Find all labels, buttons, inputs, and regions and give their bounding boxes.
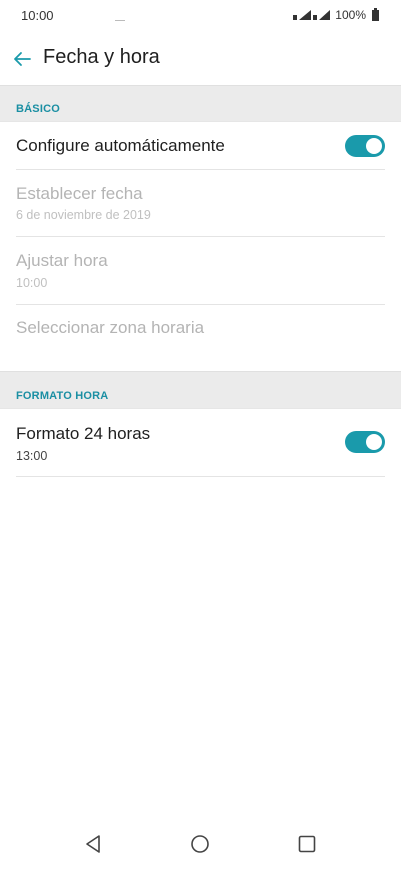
signal-icon <box>293 10 331 20</box>
navigation-bar <box>0 818 401 870</box>
date-time-settings-screen: 10:00 100% Fecha y hora BÁSICO Configure… <box>0 0 401 870</box>
format-24-example: 13:00 <box>16 449 48 463</box>
nav-back-button[interactable] <box>75 826 111 862</box>
set-time-value: 10:00 <box>16 276 48 290</box>
auto-config-label: Configure automáticamente <box>16 136 225 155</box>
status-icons: 100% <box>293 7 379 22</box>
status-divider <box>115 20 125 21</box>
setting-24-hour-format[interactable]: Formato 24 horas 13:00 <box>0 409 401 477</box>
status-bar: 10:00 100% <box>0 0 401 32</box>
set-date-label: Establecer fecha <box>16 184 143 203</box>
circle-home-icon <box>191 835 209 853</box>
set-date-value: 6 de noviembre de 2019 <box>16 208 151 222</box>
section-header-time-format-label: FORMATO HORA <box>16 390 109 402</box>
toggle-knob <box>366 434 382 450</box>
format-24-toggle[interactable] <box>345 431 385 453</box>
auto-config-toggle[interactable] <box>345 135 385 157</box>
setting-timezone[interactable]: Seleccionar zona horaria <box>0 305 401 371</box>
battery-icon <box>372 7 379 21</box>
back-button[interactable] <box>8 45 36 73</box>
app-bar: Fecha y hora <box>0 32 401 85</box>
setting-auto-config[interactable]: Configure automáticamente <box>0 122 401 170</box>
timezone-label: Seleccionar zona horaria <box>16 318 205 337</box>
status-time: 10:00 <box>21 8 54 23</box>
page-title: Fecha y hora <box>43 46 160 68</box>
divider <box>16 476 385 477</box>
section-header-time-format: FORMATO HORA <box>0 371 401 409</box>
arrow-left-icon <box>14 52 31 66</box>
setting-set-time[interactable]: Ajustar hora 10:00 <box>0 237 401 305</box>
square-recents-icon <box>298 835 316 853</box>
toggle-knob <box>366 138 382 154</box>
format-24-label: Formato 24 horas <box>16 424 151 443</box>
section-header-basic: BÁSICO <box>0 85 401 122</box>
set-time-label: Ajustar hora <box>16 251 108 270</box>
section-header-basic-label: BÁSICO <box>16 103 60 115</box>
setting-set-date[interactable]: Establecer fecha 6 de noviembre de 2019 <box>0 170 401 237</box>
triangle-back-icon <box>86 835 100 853</box>
nav-recents-button[interactable] <box>289 826 325 862</box>
battery-percent: 100% <box>335 8 366 22</box>
nav-home-button[interactable] <box>182 826 218 862</box>
